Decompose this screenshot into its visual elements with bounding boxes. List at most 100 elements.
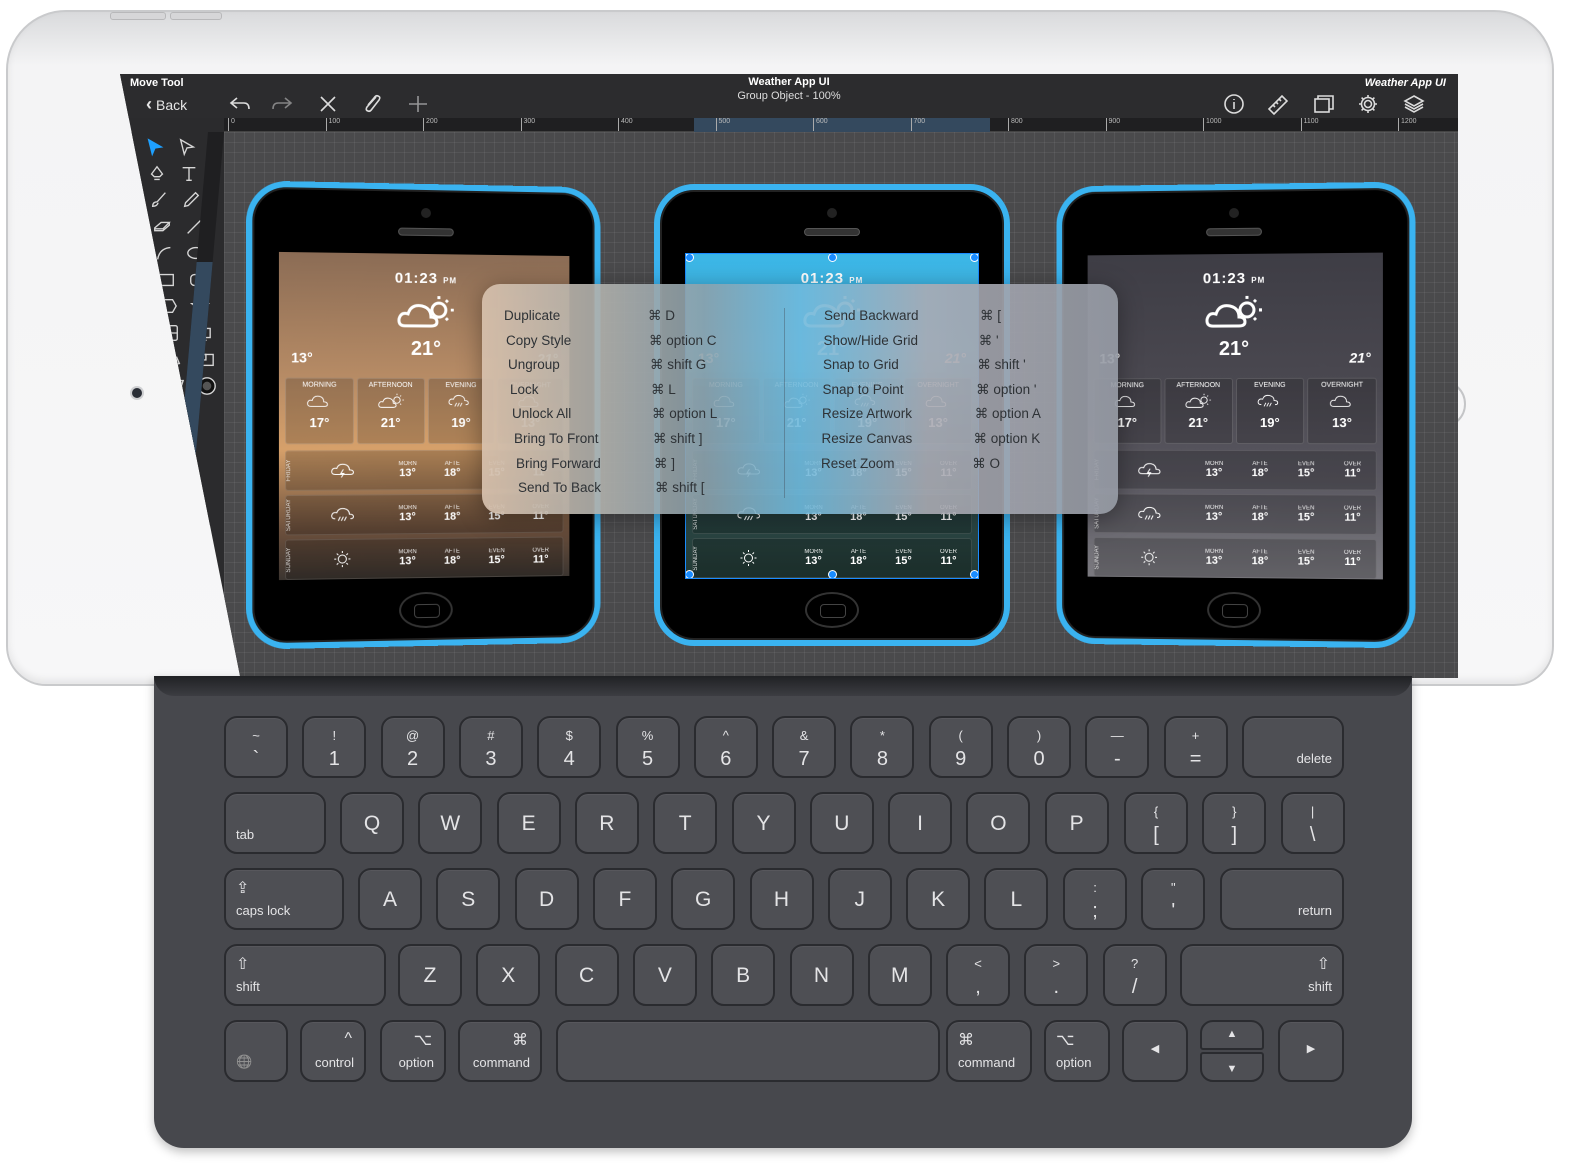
key-symbol[interactable]: {[: [1124, 792, 1188, 854]
key-symbol[interactable]: }]: [1202, 792, 1267, 854]
up-arrow-key[interactable]: ▲: [1200, 1020, 1264, 1050]
key-x[interactable]: X: [476, 944, 541, 1006]
key-a[interactable]: A: [358, 868, 422, 930]
selection-handle[interactable]: [970, 254, 978, 262]
key-symbol[interactable]: <,: [946, 944, 1010, 1006]
tool-rotate[interactable]: [160, 348, 186, 370]
key-3[interactable]: #3: [458, 716, 523, 778]
key--[interactable]: — -: [1085, 716, 1150, 778]
key-symbol[interactable]: :;: [1063, 868, 1127, 930]
key-`[interactable]: ~ `: [224, 716, 288, 778]
tool-polygon[interactable]: [155, 295, 181, 317]
add-button[interactable]: [404, 92, 432, 116]
left-control-key[interactable]: ^ control: [300, 1020, 366, 1082]
weather-screen[interactable]: 01:23 PM21°13°21°MORNING17°AFTERNOON21°E…: [1087, 252, 1383, 580]
key-f[interactable]: F: [592, 868, 657, 930]
left-command-key[interactable]: ⌘ command: [458, 1020, 542, 1082]
key-5[interactable]: % 5: [615, 716, 680, 778]
settings-button[interactable]: [1354, 92, 1382, 116]
key-symbol[interactable]: ? /: [1102, 944, 1167, 1006]
tab-key[interactable]: tab: [224, 792, 326, 854]
key-r[interactable]: R: [574, 792, 639, 854]
key-s[interactable]: S: [436, 868, 501, 930]
right-option-key[interactable]: ⌥ option: [1044, 1020, 1110, 1082]
undo-button[interactable]: [226, 92, 254, 116]
key-1[interactable]: ! 1: [302, 716, 367, 778]
tool-grid[interactable]: [157, 322, 183, 344]
attach-button[interactable]: [358, 92, 386, 116]
artboards-button[interactable]: [1310, 92, 1338, 116]
delete-button[interactable]: [314, 92, 342, 116]
tool-pen[interactable]: [144, 163, 170, 185]
ruler-button[interactable]: [1264, 92, 1292, 116]
key-h[interactable]: H: [749, 868, 814, 930]
down-arrow-key[interactable]: ▼: [1200, 1052, 1264, 1082]
key-v[interactable]: V: [632, 944, 697, 1006]
key-t[interactable]: T: [653, 792, 718, 854]
tool-skew[interactable]: [162, 375, 188, 397]
right-arrow-key[interactable]: ▶: [1278, 1020, 1344, 1082]
key-k[interactable]: K: [906, 868, 971, 930]
tool-rectangle[interactable]: [153, 269, 179, 291]
globe-key[interactable]: 🌐: [224, 1020, 288, 1082]
tool-brush[interactable]: [146, 189, 172, 211]
key-2[interactable]: @2: [380, 716, 445, 778]
key-p[interactable]: P: [1044, 792, 1109, 854]
tool-eraser[interactable]: [149, 216, 175, 238]
key-i[interactable]: I: [888, 792, 953, 854]
key-=[interactable]: + =: [1163, 716, 1228, 778]
info-button[interactable]: [1220, 92, 1248, 116]
front-camera: [132, 388, 142, 398]
key-o[interactable]: O: [966, 792, 1031, 854]
key-b[interactable]: B: [711, 944, 776, 1006]
key-symbol[interactable]: | \: [1280, 792, 1345, 854]
space-bar[interactable]: [556, 1020, 940, 1082]
left-option-key[interactable]: ⌥ option: [380, 1020, 446, 1082]
redo-button[interactable]: [268, 92, 296, 116]
right-command-key[interactable]: ⌘ command: [946, 1020, 1032, 1082]
key-c[interactable]: C: [554, 944, 619, 1006]
key-y[interactable]: Y: [731, 792, 796, 854]
return-key[interactable]: return: [1220, 868, 1344, 930]
selection-handle[interactable]: [686, 570, 694, 578]
key-symbol[interactable]: >.: [1024, 944, 1089, 1006]
key-4[interactable]: $4: [537, 716, 602, 778]
key-w[interactable]: W: [418, 792, 483, 854]
key-8[interactable]: * 8: [850, 716, 915, 778]
key-u[interactable]: U: [809, 792, 874, 854]
tool-text[interactable]: [176, 163, 202, 185]
key-9[interactable]: (9: [928, 716, 993, 778]
horizontal-ruler[interactable]: 0 100 200 300 400 500 600 700 800 900 1000 1100 1200: [224, 118, 1458, 132]
tool-select-arrow[interactable]: [142, 136, 168, 158]
key-6[interactable]: ^ 6: [693, 716, 758, 778]
key-e[interactable]: E: [496, 792, 561, 854]
key-0[interactable]: ) 0: [1007, 716, 1071, 778]
selection-handle[interactable]: [686, 254, 694, 262]
grid-icon: [162, 324, 179, 341]
right-shift-key[interactable]: ⇧ shift: [1180, 944, 1344, 1006]
delete-key[interactable]: delete: [1242, 716, 1344, 778]
layers-button[interactable]: [1400, 92, 1428, 116]
key-j[interactable]: J: [827, 868, 892, 930]
selection-handle[interactable]: [970, 570, 978, 578]
key-d[interactable]: D: [514, 868, 579, 930]
tool-direct-select-arrow[interactable]: [174, 136, 200, 158]
key-7[interactable]: & 7: [772, 716, 837, 778]
key-z[interactable]: Z: [398, 944, 462, 1006]
left-shift-key[interactable]: ⇧ shift: [224, 944, 386, 1006]
selection-handle[interactable]: [828, 254, 837, 262]
selection-handle[interactable]: [828, 570, 837, 578]
key-symbol[interactable]: " ': [1141, 868, 1206, 930]
ruler-tick-label: 1200: [1398, 118, 1417, 131]
daily-forecast-row: FRIDAYMORN13°AFTE18°EVEN15°OVER11°: [1093, 449, 1377, 491]
key-m[interactable]: M: [867, 944, 932, 1006]
key-g[interactable]: G: [671, 868, 736, 930]
tool-arc[interactable]: [151, 242, 177, 264]
key-l[interactable]: L: [984, 868, 1049, 930]
key-n[interactable]: N: [789, 944, 854, 1006]
back-button[interactable]: ‹ Back: [146, 94, 187, 115]
left-arrow-key[interactable]: ◀: [1122, 1020, 1188, 1082]
caps-lock-key[interactable]: ⇪ caps lock: [224, 868, 344, 930]
key-shift-char: #: [487, 728, 495, 743]
key-q[interactable]: Q: [340, 792, 404, 854]
